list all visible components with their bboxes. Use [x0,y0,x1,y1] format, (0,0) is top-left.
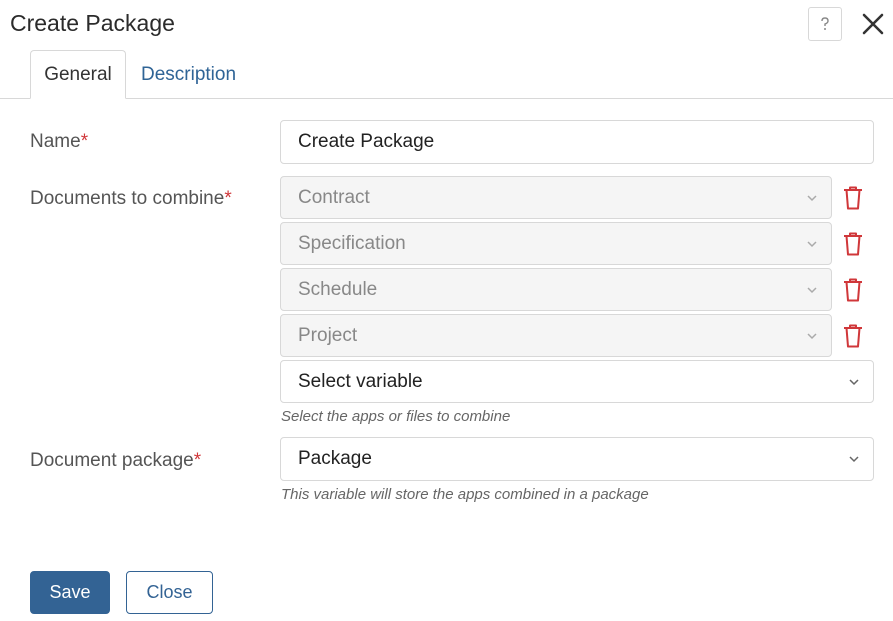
chevron-down-icon [807,240,817,247]
trash-icon[interactable] [841,185,865,211]
required-mark: * [80,131,89,152]
document-select-specification[interactable]: Specification [280,222,832,265]
dialog-title: Create Package [10,10,175,36]
document-select-value: Schedule [298,278,378,300]
chevron-down-icon [807,332,817,339]
tab-general[interactable]: General [30,50,126,99]
document-select-project[interactable]: Project [280,314,832,357]
question-icon [821,17,829,30]
chevron-down-icon [849,378,859,385]
document-package-dropdown[interactable]: Package [280,437,874,481]
close-icon [862,13,884,35]
chevron-down-icon [807,286,817,293]
trash-icon[interactable] [841,323,865,349]
document-package-label: Document package* [30,450,202,471]
save-button[interactable]: Save [30,571,110,614]
trash-icon[interactable] [841,277,865,303]
required-mark: * [224,188,232,209]
required-mark: * [193,450,202,471]
name-input[interactable]: Create Package [280,120,874,164]
document-select-value: Project [298,324,358,346]
tab-description[interactable]: Description [138,50,244,99]
name-label: Name* [30,131,89,152]
tab-bar: General Description [0,50,893,99]
chevron-down-icon [849,456,859,463]
document-package-hint: This variable will store the apps combin… [281,486,649,503]
document-select-value: Specification [298,232,406,254]
select-variable-placeholder: Select variable [298,370,423,392]
documents-hint: Select the apps or files to combine [281,408,511,425]
help-button[interactable] [808,7,842,41]
document-select-value: Contract [298,186,370,208]
select-variable-dropdown[interactable]: Select variable [280,360,874,403]
document-select-schedule[interactable]: Schedule [280,268,832,311]
trash-icon[interactable] [841,231,865,257]
close-dialog-button[interactable] [860,9,886,39]
close-button[interactable]: Close [126,571,213,614]
document-package-value: Package [298,448,372,469]
chevron-down-icon [807,194,817,201]
documents-label: Documents to combine* [30,188,232,209]
document-select-contract[interactable]: Contract [280,176,832,219]
